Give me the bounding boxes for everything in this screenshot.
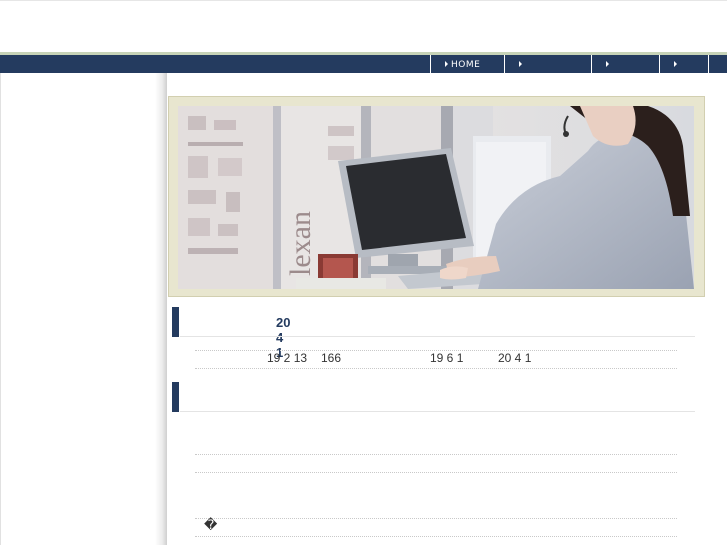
nav-item-home[interactable]: HOME	[430, 55, 504, 73]
svg-text:lexan: lexan	[284, 211, 317, 276]
arrow-right-icon	[445, 61, 448, 67]
header-area	[0, 0, 727, 52]
left-sidebar	[0, 73, 163, 545]
arrow-right-icon	[519, 61, 522, 67]
sidebar-shadow	[155, 73, 167, 545]
nav-item-3[interactable]	[591, 55, 659, 73]
dotted-divider	[195, 536, 677, 537]
top-nav-bar: HOME	[0, 55, 727, 73]
arrow-right-icon	[606, 61, 609, 67]
heading-bar	[172, 307, 179, 337]
dotted-divider	[195, 472, 677, 473]
nav-item-label: HOME	[451, 60, 481, 70]
nav-item-4[interactable]	[659, 55, 708, 73]
info-text: 19 2 13	[267, 351, 308, 365]
arrow-right-icon	[674, 61, 677, 67]
info-text: 166	[321, 351, 342, 365]
info-row: 19 2 13 166 19 6 1 20 4 1	[195, 351, 677, 367]
banner-image: lexan	[178, 106, 694, 289]
dotted-divider	[195, 368, 677, 369]
replacement-glyph: �	[204, 518, 218, 533]
info-text: 19 6 1	[430, 351, 464, 365]
heading-underline	[180, 336, 695, 337]
dotted-divider	[195, 518, 677, 519]
info-text: 20 4 1	[498, 351, 532, 365]
nav-divider	[708, 55, 709, 73]
dotted-divider	[195, 454, 677, 455]
heading-bar	[172, 382, 179, 412]
heading-underline	[180, 411, 695, 412]
nav-item-2[interactable]	[504, 55, 591, 73]
